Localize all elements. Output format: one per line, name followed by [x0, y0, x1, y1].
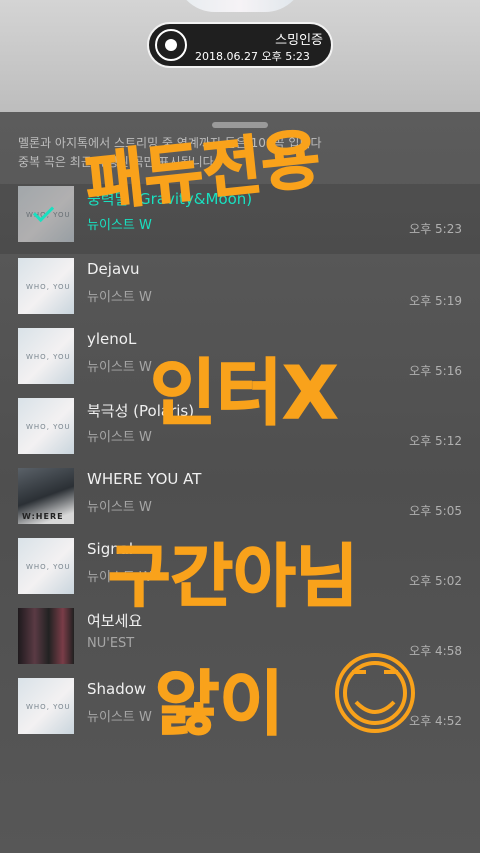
song-artist: 뉴이스트 W — [87, 430, 152, 445]
song-artist: 뉴이스트 W — [87, 500, 152, 515]
play-time: 오후 5:16 — [409, 364, 462, 378]
play-time: 오후 5:23 — [409, 222, 462, 236]
song-artist: 뉴이스트 W — [87, 290, 152, 305]
song-title: Dejavu — [87, 260, 140, 278]
song-title: 중력달 (Gravity&Moon) — [87, 190, 253, 208]
song-row[interactable]: WHO, YOU Dejavu 뉴이스트 W 오후 5:19 — [0, 256, 480, 326]
song-artist: 뉴이스트 W — [87, 218, 152, 233]
streaming-certification-badge[interactable]: 스밍인증 2018.06.27 오후 5:23 — [147, 22, 333, 68]
song-title: 북극성 (Polaris) — [87, 402, 195, 420]
album-art: WHO, YOU — [18, 258, 74, 314]
song-row-current[interactable]: WHO, YOU 중력달 (Gravity&Moon) 뉴이스트 W 오후 5:… — [0, 184, 480, 254]
song-row[interactable]: W:HERE WHERE YOU AT 뉴이스트 W 오후 5:05 — [0, 466, 480, 536]
song-row[interactable]: WHO, YOU Signal 뉴이스트 W 오후 5:02 — [0, 536, 480, 606]
drag-handle[interactable] — [212, 122, 268, 128]
song-row[interactable]: WHO, YOU 북극성 (Polaris) 뉴이스트 W 오후 5:12 — [0, 396, 480, 466]
play-time: 오후 5:05 — [409, 504, 462, 518]
song-artist: 뉴이스트 W — [87, 710, 152, 725]
play-time: 오후 5:02 — [409, 574, 462, 588]
notice-line-2: 중복 곡은 최근 재생된 곡만 표시됩니다. — [18, 155, 218, 169]
disc-icon — [155, 29, 187, 61]
song-row[interactable]: WHO, YOU Shadow 뉴이스트 W 오후 4:52 — [0, 676, 480, 746]
song-row[interactable]: 여보세요 NU'EST 오후 4:58 — [0, 606, 480, 676]
song-row[interactable]: WHO, YOU ylenoL 뉴이스트 W 오후 5:16 — [0, 326, 480, 396]
play-time: 오후 4:52 — [409, 714, 462, 728]
album-art: WHO, YOU — [18, 328, 74, 384]
album-art: WHO, YOU — [18, 538, 74, 594]
play-time: 오후 4:58 — [409, 644, 462, 658]
album-disc — [175, 0, 305, 12]
notice-text: 멜론과 아지톡에서 스트리밍 중 연계까지 들은 100곡 입니다 중복 곡은 … — [18, 134, 468, 172]
certification-timestamp: 2018.06.27 오후 5:23 — [195, 50, 310, 63]
song-artist: NU'EST — [87, 636, 135, 651]
song-title: Shadow — [87, 680, 147, 698]
top-header-area: 스밍인증 2018.06.27 오후 5:23 — [0, 0, 480, 112]
notice-line-1: 멜론과 아지톡에서 스트리밍 중 연계까지 들은 100곡 입니다 — [18, 136, 322, 150]
recent-songs-panel: 멜론과 아지톡에서 스트리밍 중 연계까지 들은 100곡 입니다 중복 곡은 … — [0, 112, 480, 853]
play-time: 오후 5:12 — [409, 434, 462, 448]
album-art: W:HERE — [18, 468, 74, 524]
song-title: ylenoL — [87, 330, 137, 348]
song-artist: 뉴이스트 W — [87, 360, 152, 375]
album-art: WHO, YOU — [18, 398, 74, 454]
song-title: 여보세요 — [87, 612, 143, 630]
certification-title: 스밍인증 — [275, 33, 323, 48]
song-title: WHERE YOU AT — [87, 470, 202, 488]
song-title: Signal — [87, 540, 134, 558]
album-art: WHO, YOU — [18, 678, 74, 734]
play-time: 오후 5:19 — [409, 294, 462, 308]
song-artist: 뉴이스트 W — [87, 570, 152, 585]
album-art — [18, 608, 74, 664]
